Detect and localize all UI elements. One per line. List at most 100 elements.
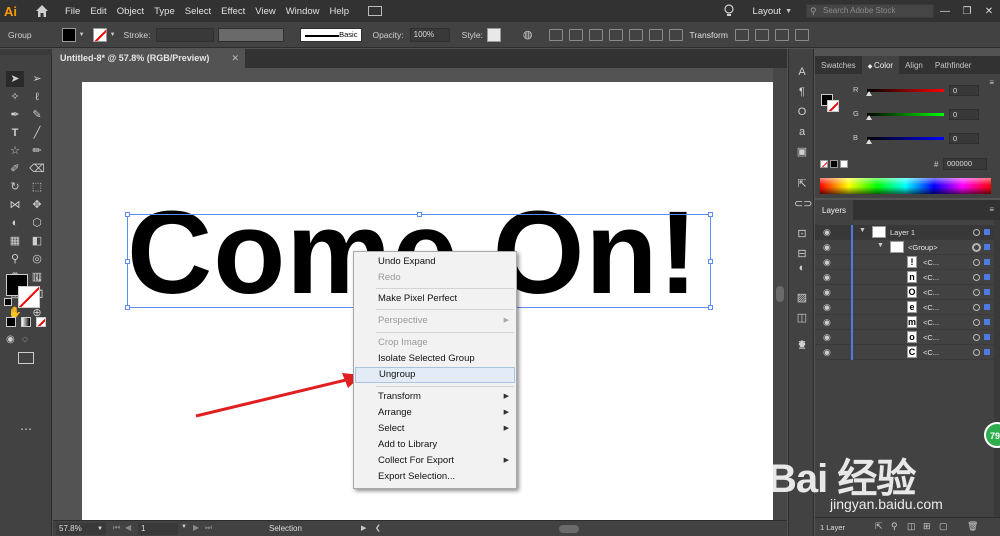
color-spectrum[interactable] [820,178,991,194]
target-circle-icon[interactable] [973,229,980,236]
stroke-color-box[interactable] [827,100,839,112]
selection-indicator[interactable] [984,319,990,325]
eyedropper-icon[interactable]: ⚲ [6,251,24,267]
perspective-grid-icon[interactable]: ▦ [6,233,24,249]
graphic-style-swatch[interactable] [486,27,501,42]
type-tool-icon[interactable]: T [6,125,24,141]
scale-tool-icon[interactable]: ⬚ [28,179,46,195]
green-slider[interactable]: G 0 [853,109,998,121]
tab-color[interactable]: ◆ Color [861,56,900,74]
draw-mode-icon[interactable]: ◉ [6,334,15,345]
chevron-down-icon[interactable]: ▼ [110,32,116,38]
menu-item-add-to-library[interactable]: Add to Library [355,437,515,453]
expand-chevron-icon[interactable]: ▼ [877,242,884,249]
direct-selection-tool-icon[interactable]: ➢ [28,71,46,87]
selection-indicator[interactable] [984,244,990,250]
fill-swatch[interactable] [61,27,76,42]
slider-track[interactable] [867,113,944,116]
tab-align[interactable]: Align [899,56,929,74]
target-circle-icon[interactable] [973,349,980,356]
red-slider[interactable]: R 0 [853,85,998,97]
none-mode-button[interactable] [36,317,46,327]
menu-item-export-selection[interactable]: Export Selection... [355,469,515,485]
visibility-eye-icon[interactable]: ◉ [823,272,833,282]
align-top-icon[interactable] [628,28,643,41]
layer-row[interactable]: ◉ n <C... [815,270,994,285]
shaper-tool-icon[interactable]: ✐ [6,161,24,177]
stroke-swatch[interactable] [92,27,107,42]
libraries-panel-icon[interactable]: ▣ [794,145,810,159]
eraser-icon[interactable]: ⌫ [28,161,46,177]
align-center-icon[interactable] [588,28,603,41]
transform-panel-icon[interactable]: ⊡ [794,227,810,241]
visibility-eye-icon[interactable]: ◉ [823,317,833,327]
layer-row[interactable]: ◉ C <C... [815,345,994,360]
magic-wand-icon[interactable]: ✧ [6,89,24,105]
align-panel-icon[interactable]: ⊟ [794,247,810,261]
color-mode-button[interactable] [6,317,16,327]
glyphs-panel-icon[interactable]: a [794,125,810,139]
resize-handle-ne[interactable] [708,212,713,217]
line-tool-icon[interactable]: ╱ [28,125,46,141]
draw-behind-icon[interactable]: ◌ [22,334,28,345]
stroke-color-box[interactable] [18,286,40,308]
paintbrush-icon[interactable]: ✏ [28,143,46,159]
maximize-button[interactable]: ❐ [956,6,978,17]
target-circle-icon[interactable] [973,334,980,341]
align-middle-icon[interactable] [648,28,663,41]
layer-row[interactable]: ◉ o <C... [815,330,994,345]
menu-item-collect-for-export[interactable]: Collect For Export ▶ [355,453,515,469]
target-circle-icon[interactable] [973,289,980,296]
globe-icon[interactable]: ◍ [523,28,533,41]
tab-layers[interactable]: Layers [815,200,854,220]
resize-handle-sw[interactable] [125,305,130,310]
layer-name[interactable]: <C... [923,273,939,282]
menu-window[interactable]: Window [281,6,325,17]
arrange-documents-icon[interactable] [368,6,383,16]
menu-item-isolate-selected-group[interactable]: Isolate Selected Group [355,351,515,367]
menu-item-make-pixel-perfect[interactable]: Make Pixel Perfect [355,291,515,307]
scroll-left-icon[interactable]: ❮ [375,524,381,532]
default-colors-icon[interactable] [4,298,12,306]
menu-item-arrange[interactable]: Arrange ▶ [355,405,515,421]
panel-menu-icon[interactable]: ≡ [989,205,994,214]
export-panel-icon[interactable]: ⇱ [794,177,810,191]
previous-artboard-icon[interactable]: ◀ [125,523,131,532]
envelope-icon[interactable] [774,28,789,41]
curvature-tool-icon[interactable]: ✎ [28,107,46,123]
white-swatch[interactable] [840,160,848,168]
gradient-mode-button[interactable] [21,317,31,327]
chevron-down-icon[interactable]: ▼ [181,524,187,530]
selection-tool-icon[interactable]: ➤ [6,71,24,87]
menu-type[interactable]: Type [149,6,180,17]
selection-indicator[interactable] [984,334,990,340]
layer-row[interactable]: ◉ ▼ <Group> [815,240,994,255]
resize-handle-w[interactable] [125,259,130,264]
character-panel-icon[interactable]: A [794,65,810,79]
rotate-tool-icon[interactable]: ↻ [6,179,24,195]
align-left-icon[interactable] [568,28,583,41]
appearance-panel-icon[interactable]: ◐ [794,261,810,275]
selection-indicator[interactable] [984,229,990,235]
selection-indicator[interactable] [984,259,990,265]
layer-name[interactable]: <C... [923,303,939,312]
puppet-warp-icon[interactable]: ✥ [28,197,46,213]
menu-item-select[interactable]: Select ▶ [355,421,515,437]
target-circle-icon[interactable] [973,304,980,311]
lasso-icon[interactable]: ℓ [28,89,46,105]
selection-indicator[interactable] [984,274,990,280]
slider-value-field[interactable]: 0 [949,85,979,96]
slider-knob[interactable] [866,139,872,144]
image-trace-icon[interactable]: ▨ [794,291,810,305]
layer-name[interactable]: <C... [923,258,939,267]
align-bottom-icon[interactable] [668,28,683,41]
brush-definition[interactable]: Basic [300,27,363,42]
visibility-eye-icon[interactable]: ◉ [823,242,833,252]
asset-export-icon[interactable]: ◫ [794,311,810,325]
status-label[interactable]: Selection [269,524,302,533]
layer-row[interactable]: ◉ e <C... [815,300,994,315]
visibility-eye-icon[interactable]: ◉ [823,257,833,267]
tab-swatches[interactable]: Swatches [815,56,862,74]
resize-handle-se[interactable] [708,305,713,310]
visibility-eye-icon[interactable]: ◉ [823,227,833,237]
